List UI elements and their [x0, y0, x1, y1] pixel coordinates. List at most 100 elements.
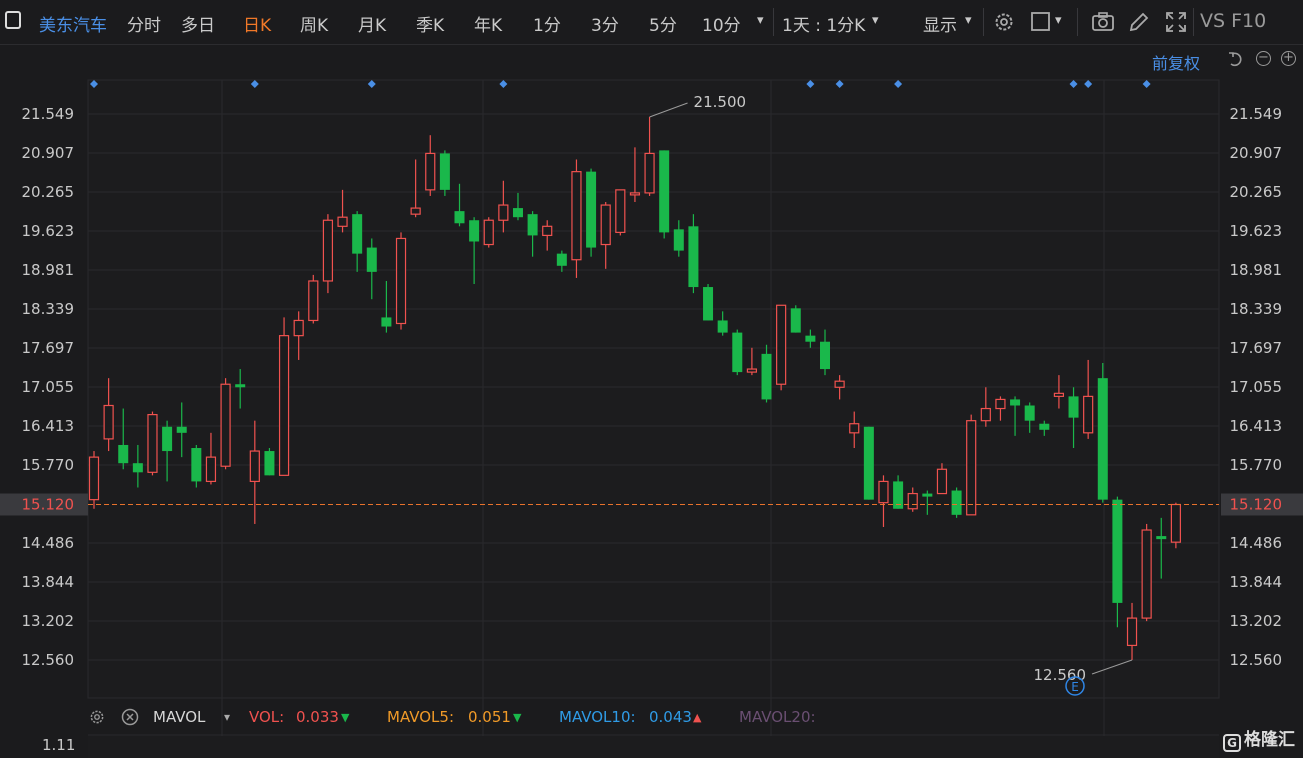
- candle-body-down[interactable]: [805, 335, 816, 342]
- candle-body-down[interactable]: [1068, 396, 1079, 418]
- candle-body-up[interactable]: [776, 304, 787, 385]
- candle-body-down[interactable]: [761, 353, 772, 400]
- y-tick-label-right: 20.907: [1230, 144, 1283, 162]
- y-tick-label-left: 15.770: [22, 456, 75, 474]
- candle-body-up[interactable]: [425, 152, 436, 191]
- candle-body-down[interactable]: [688, 226, 699, 288]
- candle-body-down[interactable]: [703, 287, 714, 321]
- candle-body-up[interactable]: [936, 468, 948, 495]
- candle-body-up[interactable]: [644, 152, 655, 194]
- candle-body-down[interactable]: [659, 150, 670, 233]
- candle-body-up[interactable]: [205, 456, 217, 483]
- candle-body-up[interactable]: [746, 368, 758, 373]
- candle-body-down[interactable]: [191, 448, 202, 482]
- y-tick-label-left: 16.413: [22, 417, 75, 435]
- candle-body-up[interactable]: [907, 492, 918, 510]
- candle-body-up[interactable]: [980, 407, 991, 422]
- indicator-name[interactable]: MAVOL: [153, 708, 205, 726]
- candle-body-up[interactable]: [834, 380, 845, 388]
- candle-body-down[interactable]: [439, 153, 450, 190]
- candle-body-down[interactable]: [586, 171, 597, 248]
- vol-value: 0.033: [296, 708, 339, 726]
- volume-axis-tick: 1.11: [42, 736, 76, 754]
- candle-body-up[interactable]: [147, 414, 158, 473]
- candle-body-up[interactable]: [220, 383, 231, 467]
- candle-body-up[interactable]: [308, 280, 319, 322]
- candle-body-up[interactable]: [600, 204, 611, 246]
- candle-body-down[interactable]: [1024, 405, 1035, 421]
- candle-body-up[interactable]: [629, 192, 641, 196]
- candle-body-up[interactable]: [571, 171, 582, 261]
- candle-body-down[interactable]: [132, 463, 143, 473]
- candle-body-down[interactable]: [454, 211, 465, 224]
- candle-body-down[interactable]: [732, 332, 743, 373]
- candle-body-down[interactable]: [673, 229, 684, 251]
- candle-body-up[interactable]: [498, 204, 509, 221]
- candle-body-down[interactable]: [863, 426, 874, 500]
- candle-body-down[interactable]: [1010, 399, 1021, 406]
- candle-body-up[interactable]: [322, 219, 334, 282]
- candle-body-up[interactable]: [395, 237, 407, 325]
- candle-body-down[interactable]: [381, 317, 392, 327]
- y-tick-label-right: 13.844: [1230, 573, 1283, 591]
- candlestick-chart[interactable]: 21.549 21.549 20.907 20.907 20.265 20.265 19.6…: [0, 0, 1303, 758]
- y-tick-label-right: 19.623: [1230, 222, 1283, 240]
- candle-body-down[interactable]: [1112, 499, 1123, 603]
- candle-body-up[interactable]: [483, 219, 494, 246]
- mavol5-label: MAVOL5:: [387, 708, 455, 726]
- y-tick-label-left: 19.623: [22, 222, 75, 240]
- candle-body-down[interactable]: [820, 341, 830, 370]
- y-tick-label-left: 12.560: [22, 651, 75, 669]
- candle-body-down[interactable]: [717, 320, 728, 333]
- candle-body-up[interactable]: [966, 420, 977, 516]
- candle-body-down[interactable]: [352, 214, 363, 254]
- candle-body-up[interactable]: [88, 456, 100, 501]
- candle-body-up[interactable]: [849, 423, 860, 434]
- chevron-down-icon[interactable]: ▾: [224, 710, 230, 724]
- candle-body-up[interactable]: [278, 335, 290, 476]
- candle-body-up[interactable]: [1083, 395, 1094, 434]
- candle-body-down[interactable]: [1097, 378, 1108, 500]
- candle-body-down[interactable]: [1039, 423, 1050, 430]
- y-tick-label-right: 12.560: [1230, 651, 1283, 669]
- candle-body-up[interactable]: [249, 450, 260, 483]
- volume-pane: [88, 736, 1219, 758]
- candle-body-down[interactable]: [264, 451, 275, 476]
- watermark: G 格隆汇: [1223, 725, 1295, 752]
- candle-body-down[interactable]: [176, 426, 187, 433]
- candle-body-down[interactable]: [469, 220, 480, 242]
- candle-body-up[interactable]: [103, 404, 114, 440]
- candle-body-down[interactable]: [922, 493, 933, 497]
- y-tick-label-left: 17.055: [22, 378, 75, 396]
- candle-body-up[interactable]: [615, 189, 626, 233]
- candle-body-down[interactable]: [951, 490, 962, 515]
- candle-body-down[interactable]: [512, 208, 523, 218]
- candle-body-up[interactable]: [293, 319, 304, 337]
- candle-body-up[interactable]: [542, 225, 553, 237]
- close-icon[interactable]: [121, 708, 139, 726]
- candle-body-up[interactable]: [1053, 392, 1065, 397]
- candle-body-down[interactable]: [118, 444, 129, 464]
- candle-body-up[interactable]: [410, 207, 421, 215]
- candle-body-down[interactable]: [235, 384, 246, 388]
- down-arrow-icon: ▼: [513, 711, 522, 724]
- candle-body-up[interactable]: [878, 480, 889, 504]
- y-tick-label-right: 15.770: [1230, 456, 1283, 474]
- candle-body-down[interactable]: [556, 253, 567, 266]
- gear-icon[interactable]: [88, 708, 106, 726]
- candle-body-down[interactable]: [366, 247, 377, 272]
- candle-body-down[interactable]: [1156, 536, 1167, 540]
- candle-body-down[interactable]: [790, 308, 801, 333]
- mavol5-value: 0.051: [468, 708, 511, 726]
- candle-body-down[interactable]: [527, 214, 538, 236]
- y-tick-label-left: 18.981: [22, 261, 75, 279]
- event-e-label: E: [1071, 680, 1079, 694]
- candle-body-up[interactable]: [1126, 617, 1138, 647]
- candle-body-up[interactable]: [1141, 529, 1152, 619]
- y-tick-label-left: 13.844: [22, 573, 75, 591]
- y-tick-label-left: 17.697: [22, 339, 75, 357]
- candle-body-up[interactable]: [1170, 503, 1181, 543]
- candle-body-up[interactable]: [337, 216, 348, 227]
- candle-body-down[interactable]: [162, 426, 173, 452]
- candle-body-up[interactable]: [995, 398, 1006, 410]
